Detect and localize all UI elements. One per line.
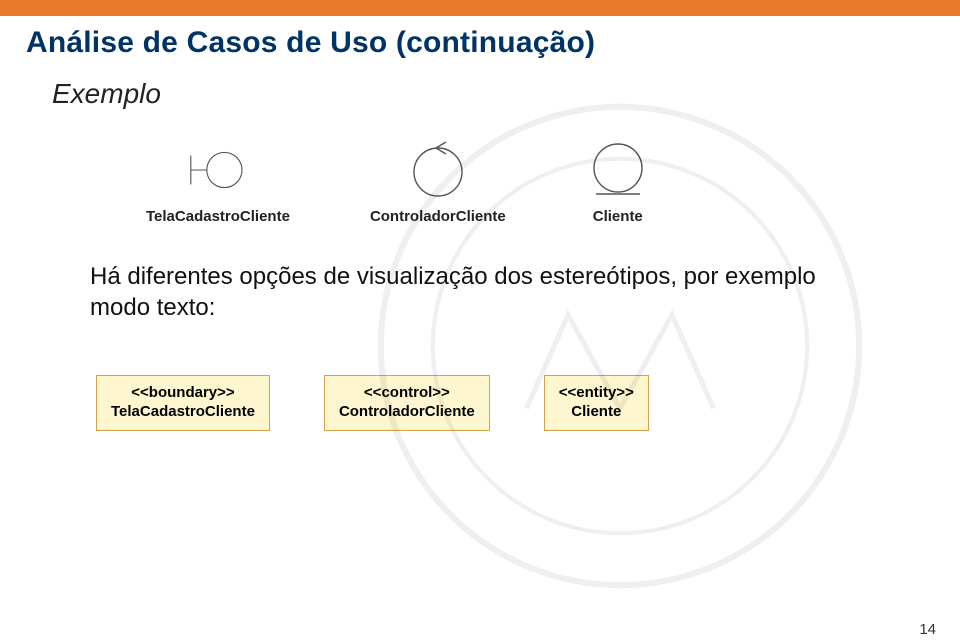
slide-subtitle: Exemplo: [52, 78, 934, 110]
control-box-name: ControladorCliente: [339, 403, 475, 422]
control-box: <<control>> ControladorCliente: [324, 375, 490, 431]
boundary-box: <<boundary>> TelaCadastroCliente: [96, 375, 270, 431]
body-text: Há diferentes opções de visualização dos…: [90, 261, 850, 323]
boundary-icon: [186, 138, 250, 202]
entity-icon: [586, 138, 650, 202]
accent-bar: [0, 0, 960, 16]
boundary-icon-group: TelaCadastroCliente: [146, 138, 290, 225]
entity-box: <<entity>> Cliente: [544, 375, 649, 431]
entity-box-name: Cliente: [559, 403, 634, 422]
slide-title: Análise de Casos de Uso (continuação): [26, 26, 934, 60]
boundary-box-name: TelaCadastroCliente: [111, 403, 255, 422]
control-icon-group: ControladorCliente: [370, 138, 506, 225]
page-number: 14: [919, 621, 936, 638]
control-box-stereo: <<control>>: [339, 384, 475, 403]
entity-box-stereo: <<entity>>: [559, 384, 634, 403]
entity-icon-group: Cliente: [586, 138, 650, 225]
control-icon-label: ControladorCliente: [370, 208, 506, 225]
entity-icon-label: Cliente: [593, 208, 643, 225]
boundary-box-stereo: <<boundary>>: [111, 384, 255, 403]
uml-icons-row: TelaCadastroCliente ControladorCliente C…: [146, 138, 934, 225]
slide-content: Análise de Casos de Uso (continuação) Ex…: [0, 26, 960, 642]
boundary-icon-label: TelaCadastroCliente: [146, 208, 290, 225]
control-icon: [406, 138, 470, 202]
stereotype-boxes-row: <<boundary>> TelaCadastroCliente <<contr…: [96, 375, 934, 431]
